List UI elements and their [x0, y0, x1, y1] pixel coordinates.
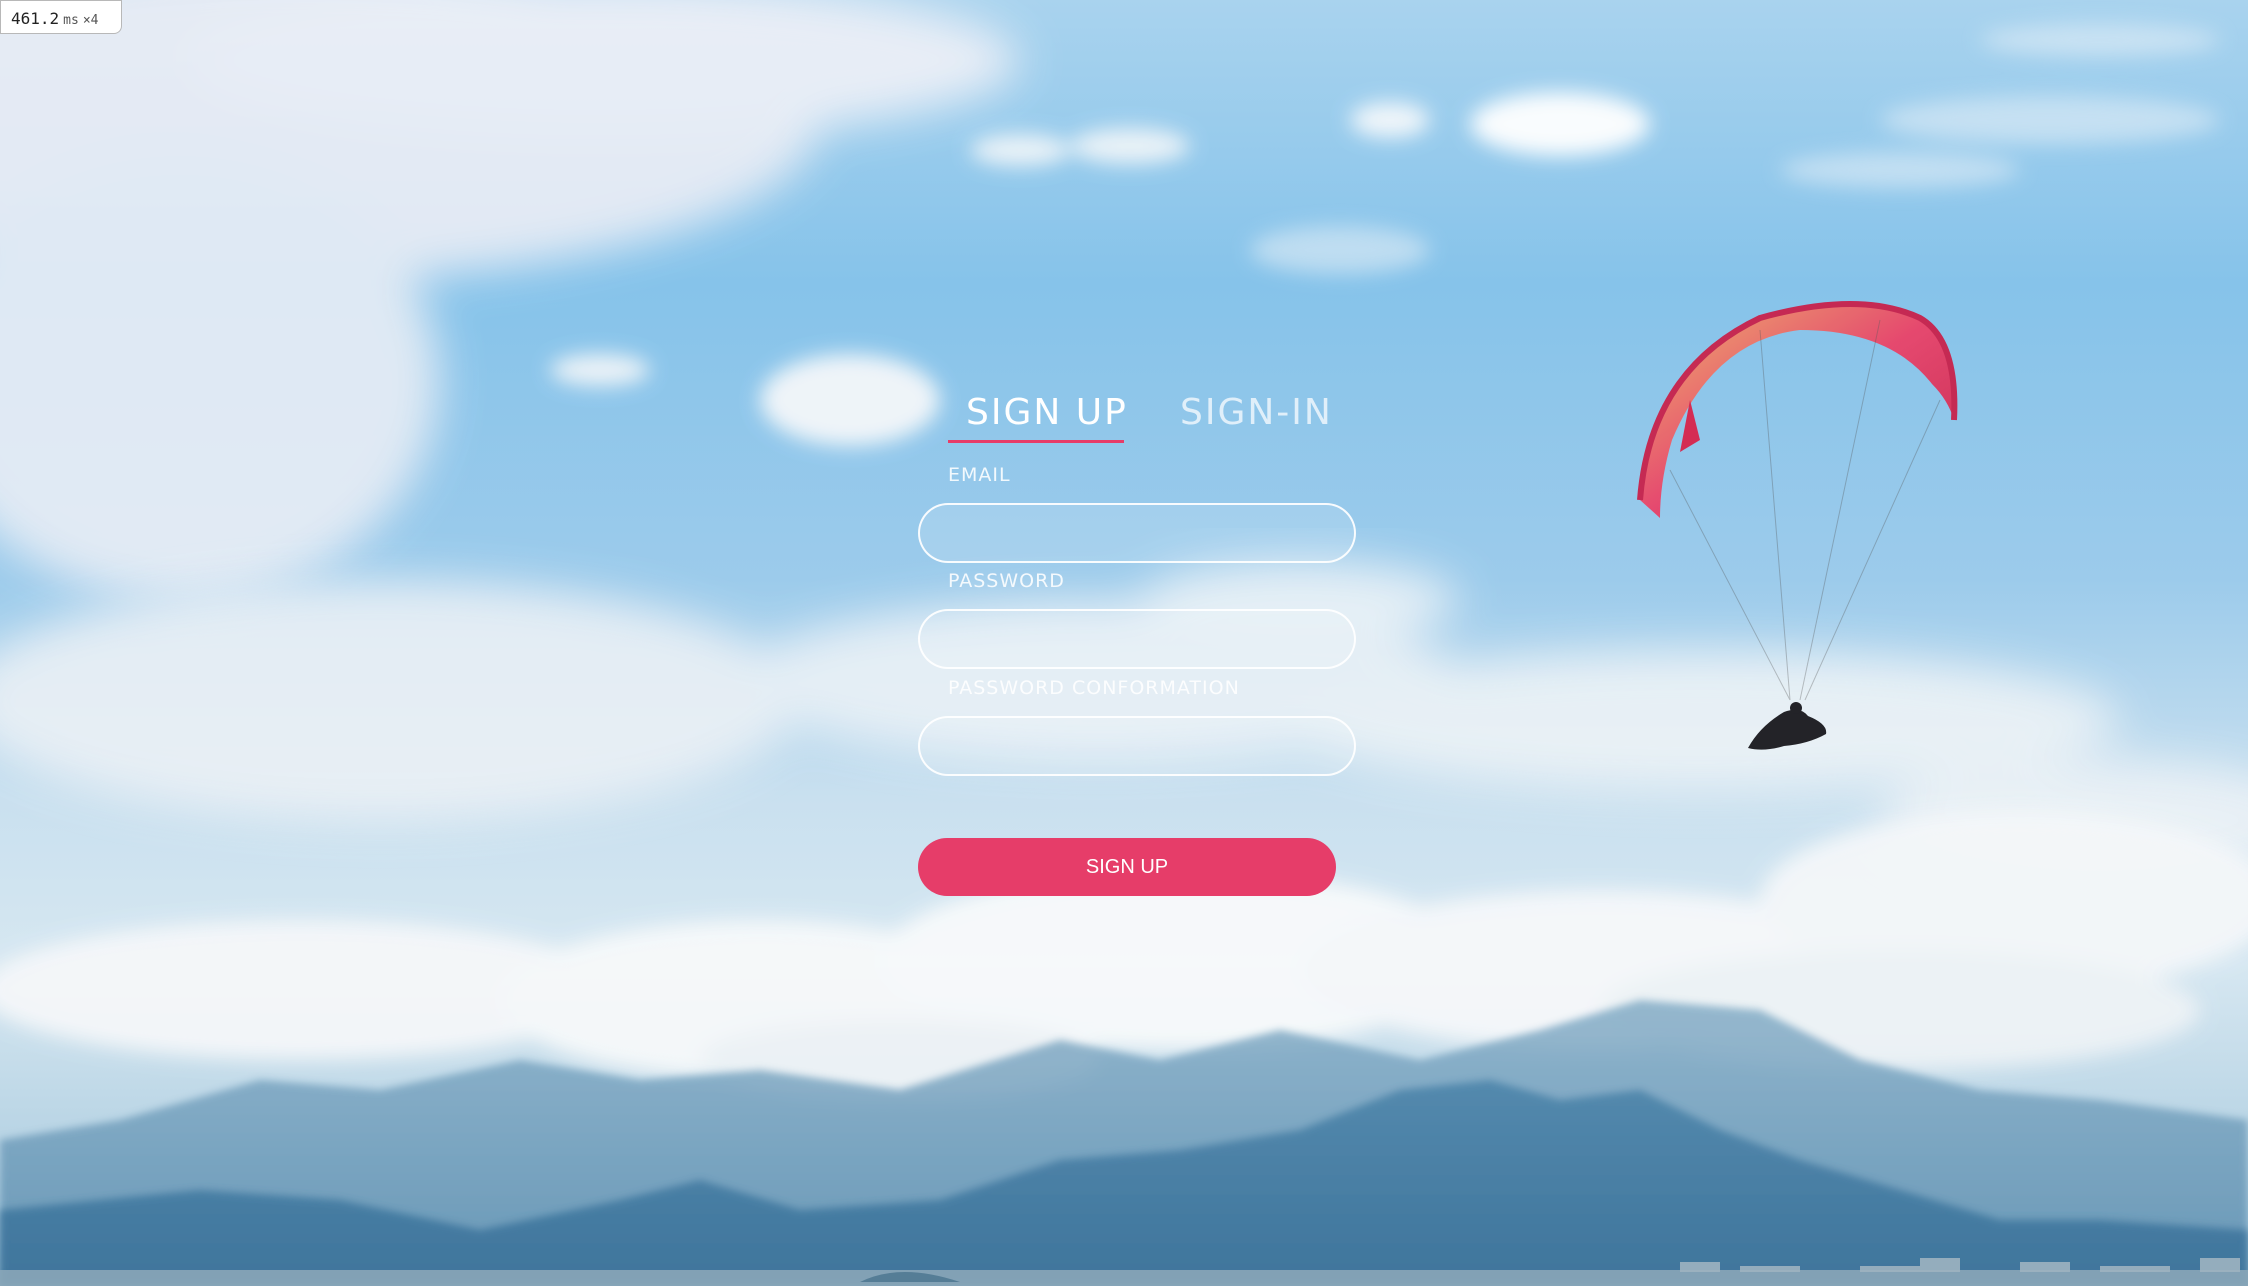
password-confirmation-field[interactable] [918, 716, 1356, 776]
timer-value: 461.2 [11, 9, 60, 28]
timer-unit: ms [63, 13, 79, 28]
password-label: PASSWORD [948, 570, 1065, 592]
cloud-sweep-upper-left [0, 0, 1020, 600]
active-tab-underline [948, 440, 1124, 443]
render-timer: 461.2 ms ×4 [0, 0, 122, 34]
page: 461.2 ms ×4 SIGN UP SIGN-IN EMAIL PASSWORD… [0, 0, 2248, 1286]
shoreline [0, 1270, 2248, 1286]
timer-multiplier: ×4 [82, 13, 99, 28]
email-field[interactable] [918, 503, 1356, 563]
auth-tabs: SIGN UP SIGN-IN [918, 380, 1358, 446]
cloud-streaks-right [1250, 24, 2220, 274]
signup-button[interactable]: SIGN UP [918, 838, 1336, 896]
password-field[interactable] [918, 609, 1356, 669]
tab-signin[interactable]: SIGN-IN [1180, 392, 1333, 433]
signup-form: SIGN UP SIGN-IN EMAIL PASSWORD PASSWORD … [918, 380, 1358, 896]
password-confirmation-label: PASSWORD CONFORMATION [948, 677, 1240, 699]
tab-signup[interactable]: SIGN UP [966, 392, 1128, 433]
email-label: EMAIL [948, 464, 1011, 486]
paraglider-wing [1640, 304, 1955, 518]
